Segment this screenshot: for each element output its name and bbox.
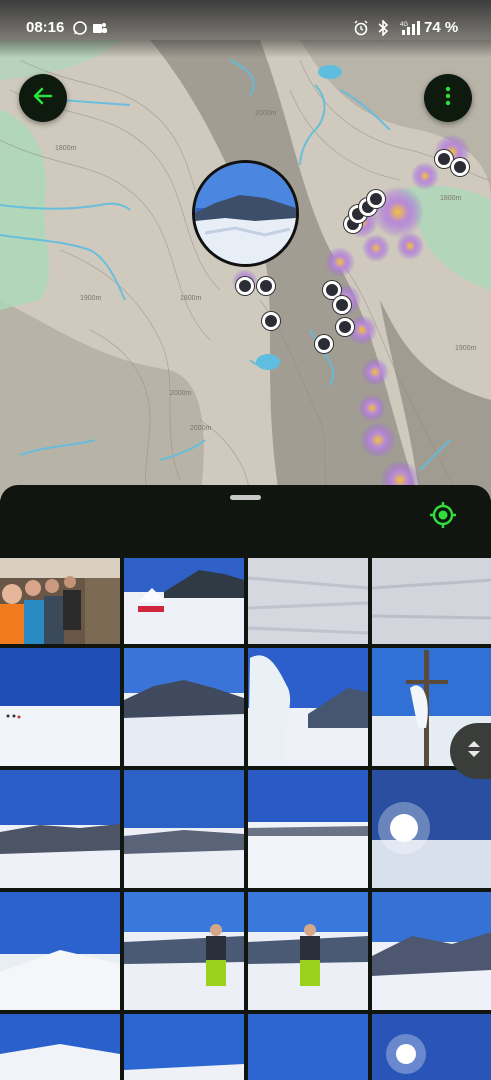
photo-thumbnail[interactable] — [248, 558, 368, 644]
photo-pin[interactable] — [367, 190, 385, 208]
signal-icon: 4G — [398, 20, 422, 36]
photo-thumbnail[interactable] — [0, 558, 120, 644]
bluetooth-icon — [375, 19, 391, 37]
photo-thumbnail[interactable] — [248, 770, 368, 888]
photo-pin[interactable] — [236, 277, 254, 295]
photo-thumbnail[interactable] — [0, 648, 120, 766]
photo-pin[interactable] — [262, 312, 280, 330]
arrow-left-icon — [31, 84, 55, 113]
teams-icon — [92, 20, 108, 36]
photo-thumbnail[interactable] — [0, 1014, 120, 1080]
contour-label: 2000m — [190, 425, 212, 432]
status-bar: 08:16 4G 74 % — [0, 0, 491, 58]
photo-thumbnail[interactable] — [124, 558, 244, 644]
contour-label: 2000m — [255, 110, 277, 117]
photo-thumbnail[interactable] — [0, 892, 120, 1010]
contour-label: 2000m — [170, 390, 192, 397]
more-options-button[interactable] — [424, 74, 472, 122]
photo-thumbnail[interactable] — [248, 1014, 368, 1080]
back-button[interactable] — [19, 74, 67, 122]
photo-thumbnail[interactable] — [124, 892, 244, 1010]
contour-label: 1800m — [180, 295, 202, 302]
up-down-arrow-icon — [465, 738, 483, 765]
photo-thumbnail[interactable] — [124, 770, 244, 888]
map-view[interactable]: 1800m 1900m 2000m 1800m 1900m 2000m 2000… — [0, 0, 491, 500]
photo-thumbnail[interactable] — [0, 770, 120, 888]
photo-pin[interactable] — [257, 277, 275, 295]
photo-bottom-sheet[interactable] — [0, 485, 491, 1080]
photo-thumbnail[interactable] — [124, 1014, 244, 1080]
photo-thumbnail[interactable] — [124, 648, 244, 766]
my-location-icon — [428, 500, 458, 535]
photo-pin[interactable] — [451, 158, 469, 176]
battery-level: 74 % — [424, 19, 459, 36]
photo-thumbnail[interactable] — [372, 1014, 491, 1080]
contour-label: 1800m — [440, 195, 462, 202]
photo-thumbnail[interactable] — [248, 892, 368, 1010]
more-vert-icon — [436, 84, 460, 113]
status-time: 08:16 — [26, 19, 65, 36]
photo-thumbnail[interactable] — [372, 892, 491, 1010]
sheet-drag-handle[interactable] — [230, 495, 261, 500]
photo-thumbnail[interactable] — [372, 558, 491, 644]
photo-pin[interactable] — [315, 335, 333, 353]
alarm-icon — [353, 20, 369, 36]
contour-label: 1800m — [55, 145, 77, 152]
photo-thumbnail[interactable] — [372, 770, 491, 888]
photo-thumbnail[interactable] — [248, 648, 368, 766]
my-location-button[interactable] — [425, 499, 461, 535]
whatsapp-icon — [72, 20, 88, 36]
photo-pin[interactable] — [336, 318, 354, 336]
selected-photo-bubble[interactable] — [192, 160, 299, 267]
contour-label: 1900m — [455, 345, 477, 352]
contour-label: 1900m — [80, 295, 102, 302]
photo-pin[interactable] — [333, 296, 351, 314]
